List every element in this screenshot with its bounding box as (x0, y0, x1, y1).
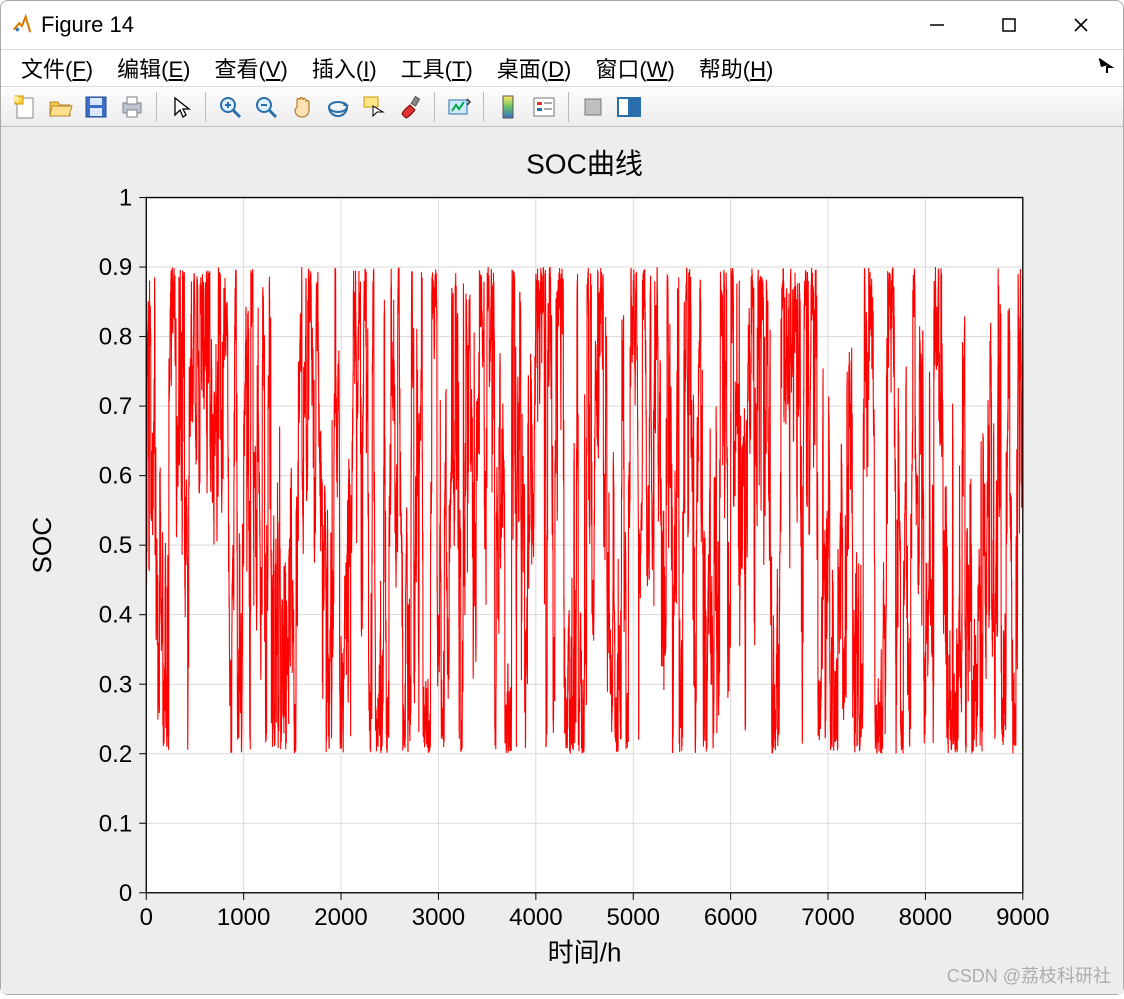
y-tick-label: 0 (119, 880, 132, 907)
brush-button[interactable] (393, 90, 427, 124)
dock-figure-button[interactable] (612, 90, 646, 124)
zoom-in-icon (217, 94, 243, 120)
window-title: Figure 14 (41, 12, 134, 38)
toolbar-separator (483, 92, 484, 122)
data-cursor-icon (361, 94, 387, 120)
hide-plot-tools-button[interactable] (576, 90, 610, 124)
x-tick-label: 5000 (606, 904, 659, 931)
y-tick-label: 0.1 (99, 811, 132, 838)
zoom-in-button[interactable] (213, 90, 247, 124)
y-tick-label: 0.4 (99, 602, 132, 629)
x-tick-label: 6000 (704, 904, 757, 931)
y-tick-label: 0.6 (99, 463, 132, 490)
link-plots-icon (446, 94, 472, 120)
x-tick-label: 3000 (412, 904, 465, 931)
pointer-icon (169, 95, 193, 119)
y-tick-label: 0.2 (99, 741, 132, 768)
y-axis-label: SOC (27, 517, 57, 574)
colorbar-icon (497, 94, 519, 120)
toolbar-separator (434, 92, 435, 122)
menu-view[interactable]: 查看(V) (204, 50, 297, 86)
y-tick-label: 0.9 (99, 255, 132, 282)
menu-edit[interactable]: 编辑(E) (107, 50, 200, 86)
menu-insert[interactable]: 插入(I) (302, 50, 387, 86)
data-cursor-button[interactable] (357, 90, 391, 124)
x-tick-label: 1000 (217, 904, 270, 931)
print-icon (119, 94, 145, 120)
pointer-button[interactable] (164, 90, 198, 124)
minimize-icon (929, 17, 945, 33)
legend-button[interactable] (527, 90, 561, 124)
toolbar-separator (156, 92, 157, 122)
menu-file[interactable]: 文件(F) (11, 50, 103, 86)
menubar: 文件(F) 编辑(E) 查看(V) 插入(I) 工具(T) 桌面(D) 窗口(W… (1, 49, 1123, 87)
zoom-out-icon (253, 94, 279, 120)
new-figure-button[interactable] (7, 90, 41, 124)
y-tick-label: 1 (119, 185, 132, 212)
y-tick-label: 0.8 (99, 324, 132, 351)
x-tick-label: 8000 (899, 904, 952, 931)
close-icon (1073, 17, 1089, 33)
menu-help[interactable]: 帮助(H) (689, 50, 784, 86)
figure-area[interactable]: 0 1000 2000 3000 4000 5000 6000 7000 8000 9000 0 0.… (1, 127, 1123, 994)
link-plots-button[interactable] (442, 90, 476, 124)
x-axis-label: 时间/h (548, 938, 622, 968)
dock-figure-icon (616, 96, 642, 118)
print-button[interactable] (115, 90, 149, 124)
rotate3d-icon (325, 94, 351, 120)
figure-window: Figure 14 文件(F) 编辑(E) 查看(V) 插入(I) 工具(T) … (0, 0, 1124, 995)
y-tick-label: 0.3 (99, 672, 132, 699)
y-tick-label: 0.5 (99, 533, 132, 560)
x-tick-label: 7000 (801, 904, 854, 931)
hide-tools-icon (582, 96, 604, 118)
brush-icon (397, 94, 423, 120)
toolbar-separator (205, 92, 206, 122)
save-icon (83, 94, 109, 120)
x-tick-label: 0 (140, 904, 153, 931)
chart-title: SOC曲线 (526, 149, 643, 180)
open-folder-icon (47, 94, 73, 120)
legend-icon (531, 94, 557, 120)
axes[interactable]: 0 1000 2000 3000 4000 5000 6000 7000 8000 9000 0 0.… (1, 127, 1123, 994)
x-tick-label: 2000 (314, 904, 367, 931)
x-tick-label: 9000 (996, 904, 1049, 931)
close-button[interactable] (1045, 1, 1117, 49)
titlebar: Figure 14 (1, 1, 1123, 49)
menu-desktop[interactable]: 桌面(D) (487, 50, 582, 86)
open-button[interactable] (43, 90, 77, 124)
minimize-button[interactable] (901, 1, 973, 49)
menu-tools[interactable]: 工具(T) (391, 50, 483, 86)
watermark-text: CSDN @荔枝科研社 (947, 962, 1111, 988)
save-button[interactable] (79, 90, 113, 124)
dock-arrow-icon[interactable] (1097, 55, 1115, 81)
toolbar-separator (568, 92, 569, 122)
y-tick-label: 0.7 (99, 394, 132, 421)
x-tick-label: 4000 (509, 904, 562, 931)
matlab-app-icon (11, 14, 33, 36)
maximize-button[interactable] (973, 1, 1045, 49)
rotate3d-button[interactable] (321, 90, 355, 124)
new-figure-icon (11, 94, 37, 120)
colorbar-button[interactable] (491, 90, 525, 124)
zoom-out-button[interactable] (249, 90, 283, 124)
menu-window[interactable]: 窗口(W) (585, 50, 684, 86)
pan-button[interactable] (285, 90, 319, 124)
pan-hand-icon (289, 94, 315, 120)
maximize-icon (1002, 18, 1016, 32)
toolbar (1, 87, 1123, 127)
